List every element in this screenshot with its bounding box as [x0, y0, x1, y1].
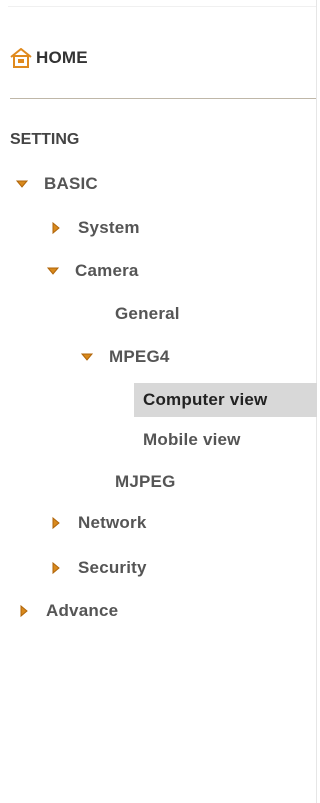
tree-item-label: Camera — [75, 261, 139, 280]
divider — [10, 98, 316, 99]
tree-item-label: MPEG4 — [109, 347, 170, 366]
section-title: SETTING — [10, 131, 80, 148]
chevron-down-icon — [79, 349, 95, 365]
tree-item-label: MJPEG — [115, 472, 176, 491]
tree-item-network[interactable]: Network — [48, 508, 146, 538]
chevron-right-icon — [48, 515, 64, 531]
tree-item-advance[interactable]: Advance — [16, 596, 118, 626]
tree-item-label: System — [78, 218, 140, 237]
tree-item-label: Mobile view — [143, 430, 241, 449]
chevron-right-icon — [48, 220, 64, 236]
tree-item-label: Advance — [46, 601, 119, 620]
chevron-down-icon — [14, 176, 30, 192]
home-label: HOME — [36, 48, 88, 67]
tree-item-mpeg4[interactable]: MPEG4 — [79, 342, 170, 372]
tree-item-general[interactable]: General — [115, 299, 180, 329]
home-link[interactable]: HOME — [10, 46, 88, 70]
tree-item-label: Network — [78, 513, 147, 532]
tree-item-label: Computer view — [143, 390, 268, 409]
chevron-down-icon — [45, 263, 61, 279]
tree-item-label: Security — [78, 558, 147, 577]
chevron-right-icon — [16, 603, 32, 619]
tree-item-security[interactable]: Security — [48, 553, 147, 583]
top-rule — [8, 6, 316, 7]
tree-item-mjpeg[interactable]: MJPEG — [115, 467, 176, 497]
tree-item-label: BASIC — [44, 174, 98, 193]
tree-item-system[interactable]: System — [48, 213, 140, 243]
tree-item-label: General — [115, 304, 180, 323]
tree-item-camera[interactable]: Camera — [45, 256, 139, 286]
tree-item-mobile-view[interactable]: Mobile view — [143, 425, 241, 455]
sidebar-panel: HOME SETTING BASIC System Camera General… — [0, 0, 317, 803]
chevron-right-icon — [48, 560, 64, 576]
home-icon — [10, 47, 32, 68]
tree-item-computer-view[interactable]: Computer view — [134, 383, 317, 417]
tree-item-basic[interactable]: BASIC — [14, 169, 98, 199]
